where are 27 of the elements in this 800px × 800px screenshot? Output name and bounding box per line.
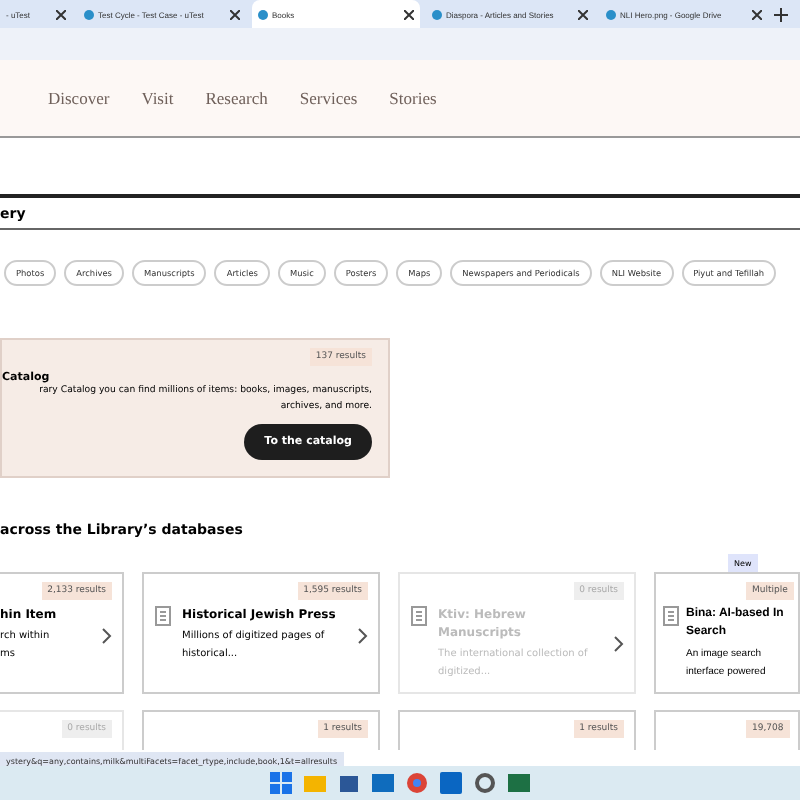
close-icon[interactable]	[230, 9, 240, 19]
new-tab-icon[interactable]	[774, 7, 788, 21]
close-icon[interactable]	[404, 9, 414, 19]
taskbar-icon[interactable]	[406, 772, 428, 794]
tab-icon	[606, 9, 616, 19]
tab-icon	[432, 9, 442, 19]
chevron-icon	[102, 627, 112, 643]
close-icon[interactable]	[578, 9, 588, 19]
document-icon	[154, 606, 172, 626]
taskbar-icon[interactable]	[270, 772, 292, 794]
tab-icon	[84, 9, 94, 19]
taskbar-icon[interactable]	[338, 772, 360, 794]
taskbar-icon[interactable]	[508, 772, 530, 794]
document-icon	[410, 606, 428, 626]
nav-link[interactable]: Discover	[48, 88, 110, 108]
close-icon[interactable]	[752, 9, 762, 19]
close-icon[interactable]	[56, 9, 66, 19]
taskbar-icon[interactable]	[372, 772, 394, 794]
chevron-icon	[358, 627, 368, 643]
chevron-icon	[614, 636, 624, 652]
nav-link[interactable]: Research	[205, 88, 268, 108]
tab-icon	[258, 9, 268, 19]
document-icon	[662, 606, 680, 626]
taskbar-icon[interactable]	[474, 772, 496, 794]
nav-link[interactable]: Stories	[389, 88, 437, 108]
nav-link[interactable]: Visit	[141, 88, 174, 108]
nav-link[interactable]: Services	[299, 88, 358, 108]
